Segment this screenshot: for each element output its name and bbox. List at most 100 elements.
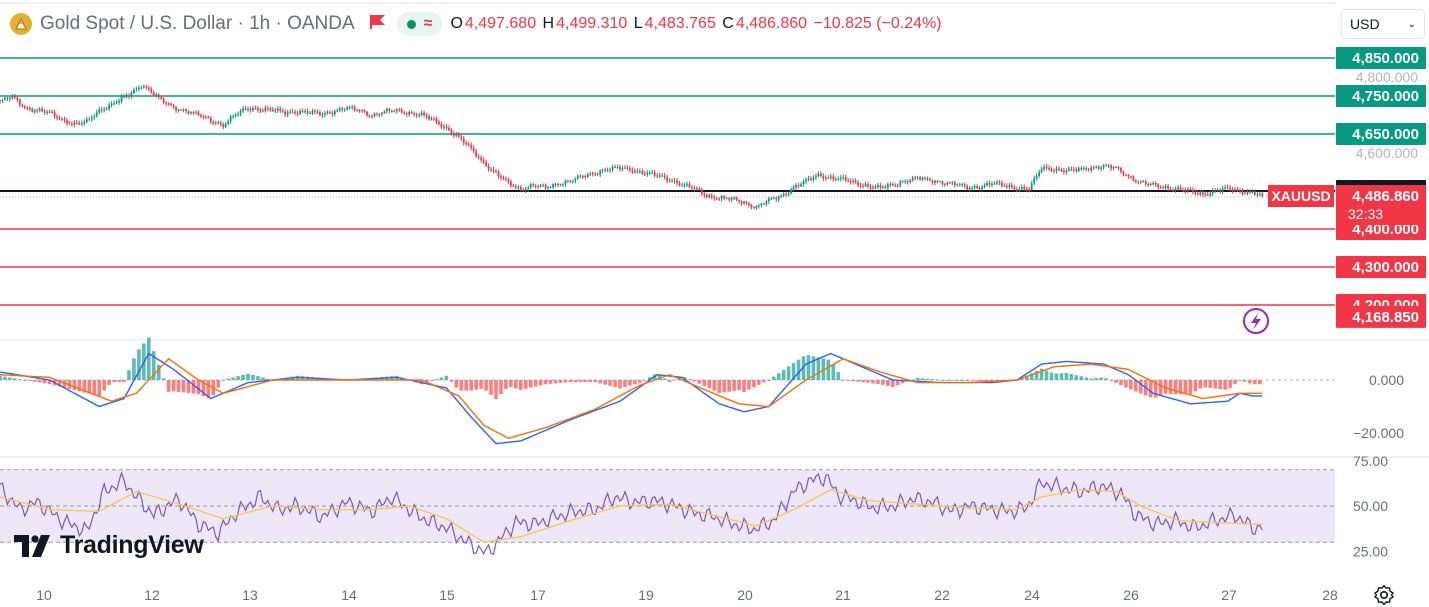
- candle-body: [576, 175, 579, 179]
- currency-select[interactable]: USD ⌄: [1341, 9, 1425, 39]
- trading-chart[interactable]: 10 12 13 14 15 17 19 20 21 22 24 26 27 28 4,800.000 4,6…: [0, 0, 1429, 607]
- flag-icon[interactable]: [369, 14, 387, 35]
- candle-body: [532, 184, 535, 186]
- candle-body: [192, 112, 195, 114]
- candle-body: [165, 102, 168, 104]
- candle-body: [710, 195, 713, 197]
- candle-body: [730, 198, 733, 200]
- candle-body: [301, 111, 304, 113]
- candle-body: [691, 187, 693, 189]
- candle-body: [948, 182, 951, 184]
- candle-body: [209, 117, 212, 122]
- current-price-label: 4,486.860: [1352, 188, 1419, 205]
- macd-histogram-bar: [881, 380, 885, 385]
- macd-histogram-bar: [1173, 380, 1178, 395]
- candle-body: [304, 111, 306, 113]
- candle-body: [425, 115, 428, 117]
- candle-body: [388, 108, 391, 111]
- candle-body: [351, 106, 354, 108]
- candle-body: [500, 176, 502, 178]
- candle-body: [802, 181, 805, 185]
- candle-body: [1231, 189, 1234, 192]
- candle-body: [641, 170, 644, 174]
- candle-body: [1219, 190, 1222, 192]
- candle-body: [202, 116, 205, 118]
- candle-body: [896, 185, 899, 187]
- macd-histogram-bar: [1253, 380, 1257, 385]
- candle-body: [869, 186, 872, 188]
- candle-body: [271, 109, 274, 111]
- macd-histogram-bar: [23, 380, 27, 381]
- macd-histogram-bar: [573, 380, 578, 383]
- candle-body: [559, 184, 562, 186]
- candle-body: [881, 186, 884, 188]
- candle-body: [1045, 166, 1048, 168]
- macd-histogram-bar: [1193, 380, 1198, 392]
- candle-body: [274, 110, 277, 112]
- candle-body: [331, 112, 334, 115]
- candle-body: [750, 204, 753, 208]
- candle-body: [447, 127, 450, 131]
- macd-histogram-bar: [1233, 380, 1237, 384]
- macd-histogram-bar: [8, 377, 12, 380]
- candle-body: [842, 177, 845, 179]
- candle-body: [162, 98, 165, 103]
- candle-body: [827, 177, 830, 179]
- macd-histogram-bar: [122, 380, 126, 383]
- x-axis-tick-label: 14: [341, 587, 357, 603]
- candle-body: [237, 113, 239, 115]
- candle-body: [735, 197, 738, 200]
- macd-histogram-bar: [494, 380, 498, 400]
- macd-line: [0, 352, 1263, 445]
- x-axis-tick-label: 21: [835, 587, 851, 603]
- candle-body: [874, 186, 877, 188]
- candle-body: [775, 197, 778, 200]
- macd-histogram-bar: [776, 373, 781, 380]
- candle-body: [383, 111, 386, 113]
- symbol-title[interactable]: Gold Spot / U.S. Dollar · 1h · OANDA: [40, 13, 355, 35]
- candle-body: [544, 184, 547, 189]
- candle-body: [879, 185, 882, 188]
- candle-body: [537, 186, 540, 188]
- macd-histogram-bar: [538, 380, 543, 386]
- candle-body: [624, 167, 626, 169]
- candle-body: [1075, 169, 1078, 172]
- macd-histogram-bar: [568, 380, 573, 383]
- candle-body: [514, 186, 517, 188]
- macd-histogram-bar: [856, 380, 860, 382]
- market-status-pill[interactable]: ≈: [396, 12, 443, 36]
- candle-body: [1249, 191, 1251, 193]
- candle-body: [1107, 165, 1110, 167]
- macd-histogram-bar: [434, 379, 439, 380]
- lightning-icon[interactable]: [1243, 308, 1269, 334]
- candle-body: [105, 109, 108, 111]
- macd-histogram-bar: [548, 380, 553, 384]
- macd-histogram-bar: [1074, 375, 1079, 380]
- candle-body: [584, 175, 587, 177]
- candle-body: [815, 176, 817, 178]
- candle-body: [358, 110, 361, 112]
- low-value: 4,483.765: [644, 15, 716, 32]
- macd-histogram-bar: [166, 380, 171, 392]
- macd-histogram-bar: [796, 359, 801, 380]
- candle-body: [343, 109, 346, 111]
- candle-body: [90, 117, 93, 120]
- candle-body: [58, 117, 61, 120]
- macd-histogram-bar: [608, 380, 612, 386]
- gear-icon[interactable]: [1372, 583, 1396, 607]
- candle-body: [698, 188, 701, 190]
- candle-body: [1191, 189, 1194, 192]
- candle-body: [1001, 182, 1003, 186]
- candle-body: [145, 86, 148, 88]
- candle-body: [254, 108, 257, 110]
- candle-body: [1152, 182, 1155, 185]
- candle-body: [911, 177, 914, 181]
- candle-body: [522, 189, 525, 191]
- candle-body: [435, 118, 438, 122]
- macd-histogram-bar: [697, 380, 702, 384]
- gold-coin-icon[interactable]: [10, 13, 32, 35]
- candle-body: [743, 201, 745, 204]
- macd-histogram-bar: [42, 380, 47, 384]
- candle-body: [492, 169, 495, 172]
- candle-body: [579, 175, 582, 177]
